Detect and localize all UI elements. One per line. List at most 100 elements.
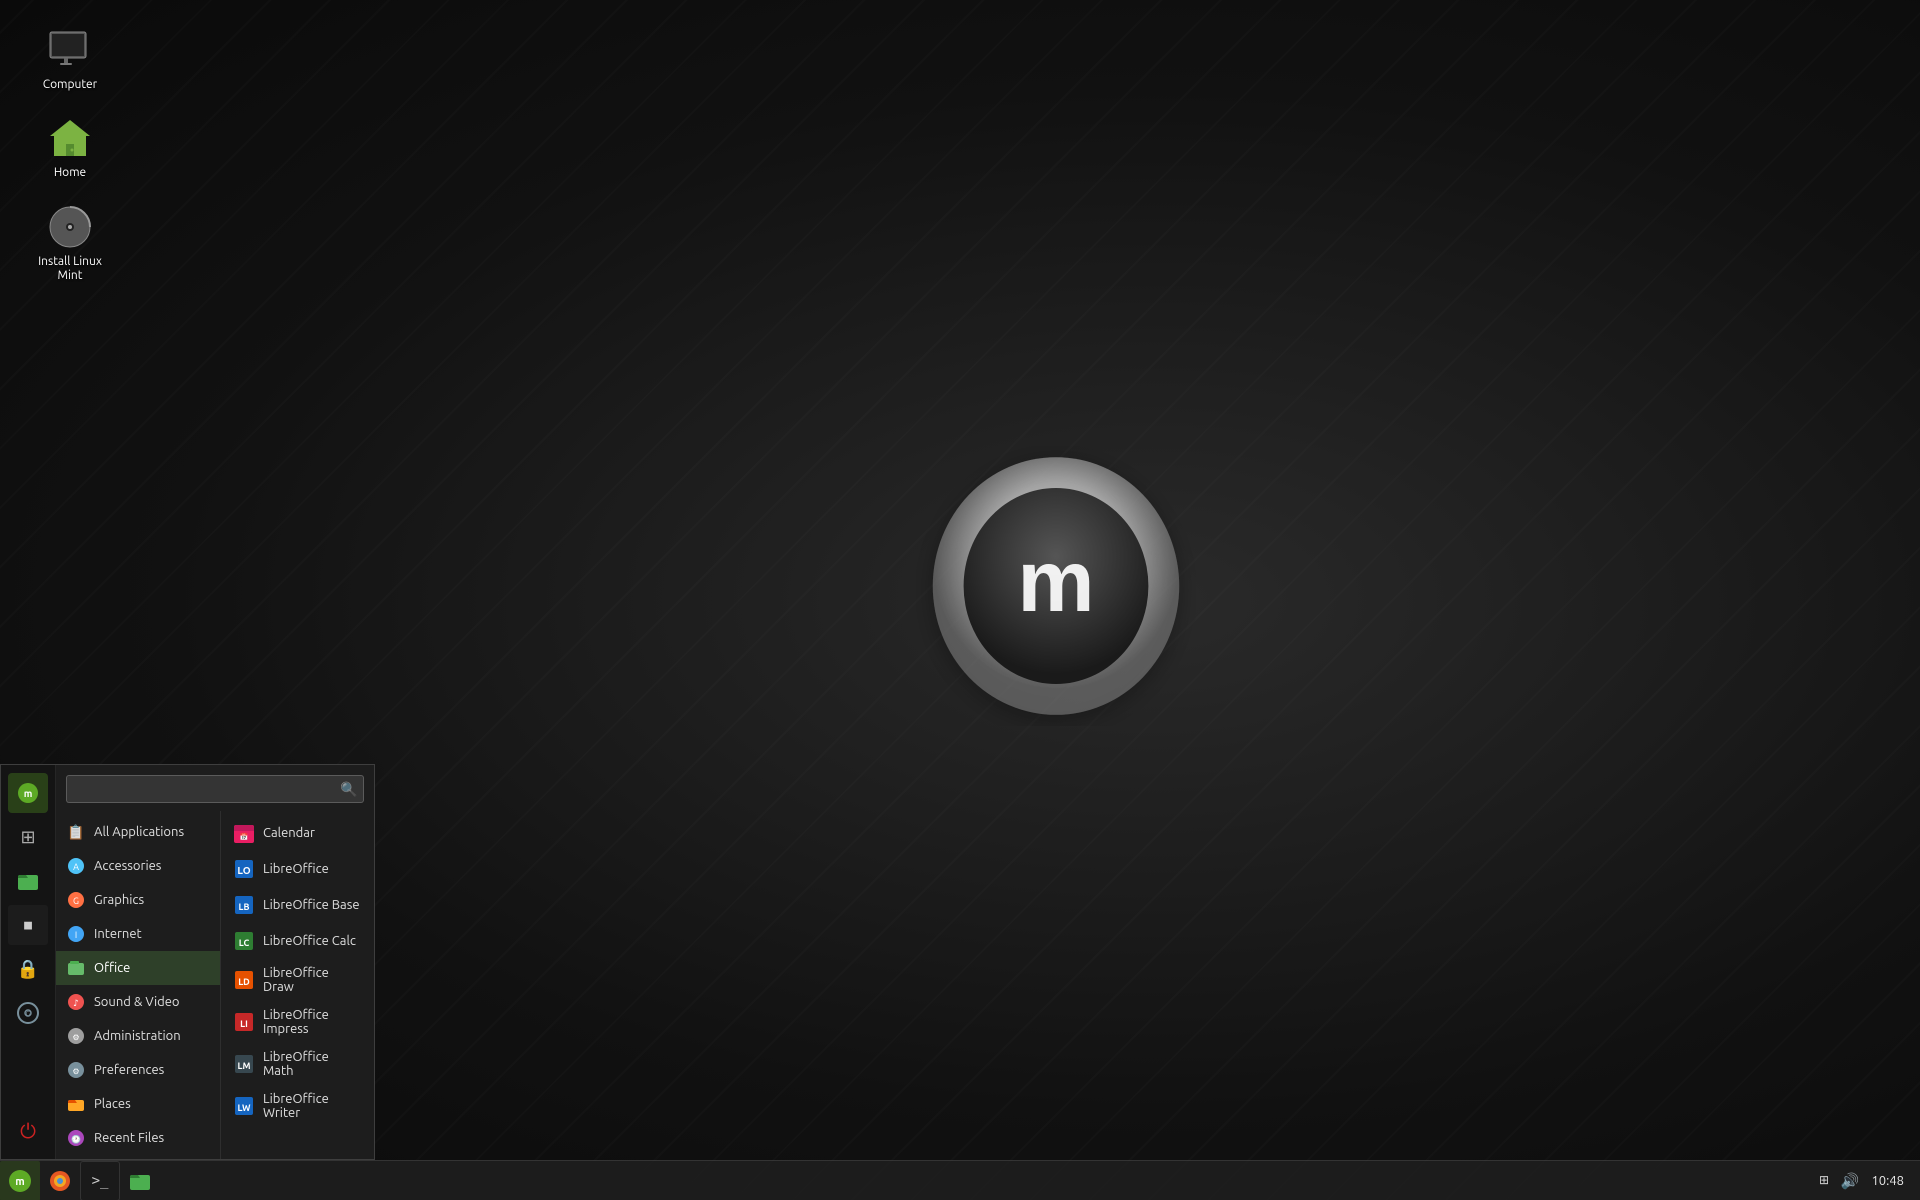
clock[interactable]: 10:48 xyxy=(1867,1174,1908,1188)
svg-text:LI: LI xyxy=(240,1019,248,1029)
lo-impress-label: LibreOffice Impress xyxy=(263,1008,362,1036)
sidebar-browser-icon[interactable]: G xyxy=(8,993,48,1033)
svg-text:⚙: ⚙ xyxy=(72,1067,79,1076)
menu-categories: 📋 All Applications A Accessories G Grap xyxy=(56,811,221,1159)
taskbar: m >_ xyxy=(0,1160,1920,1200)
calendar-app-icon: 📅 xyxy=(233,822,255,844)
app-calendar[interactable]: 📅 Calendar xyxy=(221,815,374,851)
svg-text:LO: LO xyxy=(237,865,250,876)
svg-text:m: m xyxy=(1017,533,1094,630)
svg-text:G: G xyxy=(73,896,79,906)
app-libreoffice[interactable]: LO LibreOffice xyxy=(221,851,374,887)
sidebar-mintmenu-icon[interactable]: m xyxy=(8,773,48,813)
sidebar-show-desktop-icon[interactable]: ⊞ xyxy=(8,817,48,857)
app-lo-math[interactable]: LM LibreOffice Math xyxy=(221,1043,374,1085)
computer-label: Computer xyxy=(43,78,97,92)
desktop-icon-computer[interactable]: Computer xyxy=(30,20,110,98)
tray-network-icon[interactable]: ⊞ xyxy=(1815,1170,1833,1192)
svg-text:LB: LB xyxy=(239,902,250,912)
app-lo-base[interactable]: LB LibreOffice Base xyxy=(221,887,374,923)
lo-impress-icon: LI xyxy=(233,1011,255,1033)
category-places[interactable]: Places xyxy=(56,1087,220,1121)
lo-draw-icon: LD xyxy=(233,969,255,991)
menu-main: 🔍 📋 All Applications A Accessories xyxy=(56,765,374,1159)
accessories-icon: A xyxy=(66,856,86,876)
category-all-label: All Applications xyxy=(94,825,184,839)
install-icon xyxy=(46,203,94,251)
office-icon xyxy=(66,958,86,978)
category-recent-files[interactable]: 🕐 Recent Files xyxy=(56,1121,220,1155)
desktop-icon-install[interactable]: Install Linux Mint xyxy=(30,197,110,290)
category-recent-label: Recent Files xyxy=(94,1131,164,1145)
taskbar-mint-menu[interactable]: m xyxy=(0,1161,40,1200)
svg-text:m: m xyxy=(24,788,33,799)
lo-base-label: LibreOffice Base xyxy=(263,898,360,912)
start-menu: m ⊞ ■ 🔒 G ⏻ xyxy=(0,764,375,1160)
sidebar-nemo-icon[interactable] xyxy=(8,861,48,901)
svg-text:LM: LM xyxy=(238,1061,251,1071)
lo-base-icon: LB xyxy=(233,894,255,916)
app-lo-draw[interactable]: LD LibreOffice Draw xyxy=(221,959,374,1001)
home-icon xyxy=(46,114,94,162)
taskbar-terminal[interactable]: >_ xyxy=(80,1161,120,1200)
svg-text:♪: ♪ xyxy=(73,998,79,1008)
app-lo-writer[interactable]: LW LibreOffice Writer xyxy=(221,1085,374,1127)
libreoffice-label: LibreOffice xyxy=(263,862,329,876)
lo-draw-label: LibreOffice Draw xyxy=(263,966,362,994)
app-lo-impress[interactable]: LI LibreOffice Impress xyxy=(221,1001,374,1043)
desktop: m Computer xyxy=(0,0,1920,1200)
sidebar-terminal-icon[interactable]: ■ xyxy=(8,905,48,945)
menu-sidebar: m ⊞ ■ 🔒 G ⏻ xyxy=(1,765,56,1159)
category-sound-video[interactable]: ♪ Sound & Video xyxy=(56,985,220,1019)
svg-text:m: m xyxy=(15,1176,24,1188)
desktop-icon-home[interactable]: Home xyxy=(30,108,110,186)
lo-math-label: LibreOffice Math xyxy=(263,1050,362,1078)
taskbar-files[interactable] xyxy=(120,1161,160,1200)
search-input[interactable] xyxy=(67,782,335,797)
svg-text:LD: LD xyxy=(238,977,250,987)
svg-text:G: G xyxy=(26,1010,31,1018)
category-all-applications[interactable]: 📋 All Applications xyxy=(56,815,220,849)
sidebar-lock-icon[interactable]: 🔒 xyxy=(8,949,48,989)
graphics-icon: G xyxy=(66,890,86,910)
sidebar-shutdown-icon[interactable]: ⏻ xyxy=(8,1111,48,1151)
svg-text:🕐: 🕐 xyxy=(71,1134,81,1144)
menu-content: 📋 All Applications A Accessories G Grap xyxy=(56,811,374,1159)
sound-icon: ♪ xyxy=(66,992,86,1012)
category-admin-label: Administration xyxy=(94,1029,181,1043)
computer-icon xyxy=(46,26,94,74)
category-office-label: Office xyxy=(94,961,130,975)
svg-text:📅: 📅 xyxy=(240,832,249,841)
category-office[interactable]: Office xyxy=(56,951,220,985)
menu-apps: 📅 Calendar LO LibreOffice xyxy=(221,811,374,1159)
category-places-label: Places xyxy=(94,1097,131,1111)
search-icon[interactable]: 🔍 xyxy=(335,775,363,803)
taskbar-right: ⊞ 🔊 10:48 xyxy=(1815,1170,1920,1192)
svg-text:LC: LC xyxy=(239,938,250,948)
category-internet[interactable]: I Internet xyxy=(56,917,220,951)
prefs-icon: ⚙ xyxy=(66,1060,86,1080)
tray-volume-icon[interactable]: 🔊 xyxy=(1841,1172,1860,1190)
category-accessories-label: Accessories xyxy=(94,859,161,873)
search-box: 🔍 xyxy=(66,775,364,803)
category-graphics[interactable]: G Graphics xyxy=(56,883,220,917)
svg-text:⚙: ⚙ xyxy=(72,1033,79,1042)
category-administration[interactable]: ⚙ Administration xyxy=(56,1019,220,1053)
svg-text:I: I xyxy=(75,930,77,940)
category-sound-label: Sound & Video xyxy=(94,995,180,1009)
desktop-icons: Computer Home Ins xyxy=(30,20,110,290)
lo-math-icon: LM xyxy=(233,1053,255,1075)
taskbar-firefox[interactable] xyxy=(40,1161,80,1200)
all-apps-icon: 📋 xyxy=(66,822,86,842)
category-internet-label: Internet xyxy=(94,927,142,941)
app-lo-calc[interactable]: LC LibreOffice Calc xyxy=(221,923,374,959)
svg-text:LW: LW xyxy=(237,1103,251,1113)
svg-text:A: A xyxy=(73,862,79,872)
calendar-app-label: Calendar xyxy=(263,826,315,840)
category-accessories[interactable]: A Accessories xyxy=(56,849,220,883)
places-icon xyxy=(66,1094,86,1114)
category-preferences[interactable]: ⚙ Preferences xyxy=(56,1053,220,1087)
lo-writer-label: LibreOffice Writer xyxy=(263,1092,362,1120)
taskbar-left: m >_ xyxy=(0,1161,160,1200)
home-label: Home xyxy=(54,166,86,180)
